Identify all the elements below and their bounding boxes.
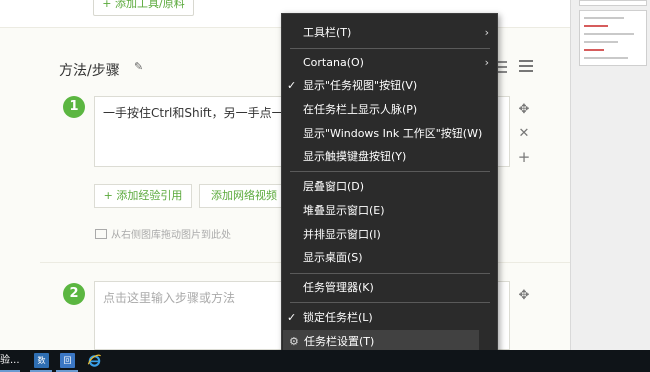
menu-item-toolbars[interactable]: 工具栏(T) ›: [282, 21, 497, 44]
numbered-list-icon[interactable]: [519, 59, 533, 73]
image-thumbnail[interactable]: [579, 0, 647, 6]
edit-pencil-icon[interactable]: ✎: [134, 61, 144, 73]
menu-separator: [290, 273, 490, 274]
menu-item-label: 在任务栏上显示人脉(P): [303, 103, 418, 116]
taskbar-context-menu: 工具栏(T) › Cortana(O) › ✓ 显示"任务视图"按钮(V) 在任…: [281, 13, 498, 356]
menu-item-cortana[interactable]: Cortana(O) ›: [282, 51, 497, 74]
add-reference-button[interactable]: + 添加经验引用: [94, 184, 192, 208]
menu-item-label: 显示"Windows Ink 工作区"按钮(W): [303, 127, 483, 140]
step-2-placeholder: 点击这里输入步骤或方法: [103, 291, 236, 305]
menu-item-show-touch-keyboard[interactable]: 显示触摸键盘按钮(Y): [282, 145, 497, 168]
menu-item-label: 显示"任务视图"按钮(V): [303, 79, 418, 92]
add-web-video-button[interactable]: 添加网络视频: [199, 184, 289, 208]
add-icon[interactable]: +: [517, 150, 531, 165]
menu-item-label: 任务管理器(K): [303, 281, 374, 294]
add-tool-button[interactable]: + 添加工具/原料: [93, 0, 194, 16]
menu-item-task-manager[interactable]: 任务管理器(K): [282, 276, 497, 299]
menu-item-stacked[interactable]: 堆叠显示窗口(E): [282, 199, 497, 222]
image-hint-text: 从右侧图库拖动图片到此处: [111, 230, 231, 241]
menu-item-side-by-side[interactable]: 并排显示窗口(I): [282, 223, 497, 246]
menu-item-show-people[interactable]: 在任务栏上显示人脉(P): [282, 98, 497, 121]
menu-item-show-task-view[interactable]: ✓ 显示"任务视图"按钮(V): [282, 74, 497, 97]
ie-icon[interactable]: [87, 353, 102, 368]
step-number-1: 1: [63, 96, 85, 118]
menu-item-lock-taskbar[interactable]: ✓ 锁定任务栏(L): [282, 306, 497, 329]
menu-item-show-desktop[interactable]: 显示桌面(S): [282, 246, 497, 269]
image-icon: [95, 229, 107, 239]
menu-item-label: 并排显示窗口(I): [303, 228, 381, 241]
step-number-2: 2: [63, 283, 85, 305]
menu-item-cascade[interactable]: 层叠窗口(D): [282, 175, 497, 198]
menu-separator: [290, 302, 490, 303]
menu-item-label: 堆叠显示窗口(E): [303, 204, 385, 217]
windows-taskbar[interactable]: 验... 数 回: [0, 350, 650, 372]
menu-item-label: 显示触摸键盘按钮(Y): [303, 150, 407, 163]
checkmark-icon: ✓: [287, 79, 297, 92]
image-drop-hint: 从右侧图库拖动图片到此处: [95, 226, 231, 241]
section-title: 方法/步骤: [59, 63, 120, 79]
taskbar-app-icon[interactable]: 回: [60, 353, 75, 368]
menu-item-label: 锁定任务栏(L): [303, 311, 373, 324]
taskbar-app-label[interactable]: 验...: [0, 350, 20, 372]
menu-separator: [290, 171, 490, 172]
menu-separator: [290, 48, 490, 49]
move-icon[interactable]: ✥: [517, 103, 531, 117]
menu-item-label: Cortana(O): [303, 56, 364, 69]
submenu-arrow-icon: ›: [484, 56, 489, 69]
menu-item-label: 层叠窗口(D): [303, 180, 365, 193]
menu-item-label: 显示桌面(S): [303, 251, 363, 264]
checkmark-icon: ✓: [287, 311, 297, 324]
image-library-panel: [570, 0, 650, 350]
menu-item-label: 工具栏(T): [303, 26, 352, 39]
taskbar-app-icon[interactable]: 数: [34, 353, 49, 368]
bullet-list-icon[interactable]: [497, 60, 507, 74]
menu-item-show-windows-ink[interactable]: 显示"Windows Ink 工作区"按钮(W): [282, 122, 497, 145]
move-icon[interactable]: ✥: [517, 289, 531, 303]
delete-icon[interactable]: ✕: [517, 127, 531, 141]
submenu-arrow-icon: ›: [484, 26, 489, 39]
image-thumbnail[interactable]: [579, 10, 647, 66]
step-1-text: 一手按住Ctrl和Shift，另一手点一下: [103, 106, 296, 120]
